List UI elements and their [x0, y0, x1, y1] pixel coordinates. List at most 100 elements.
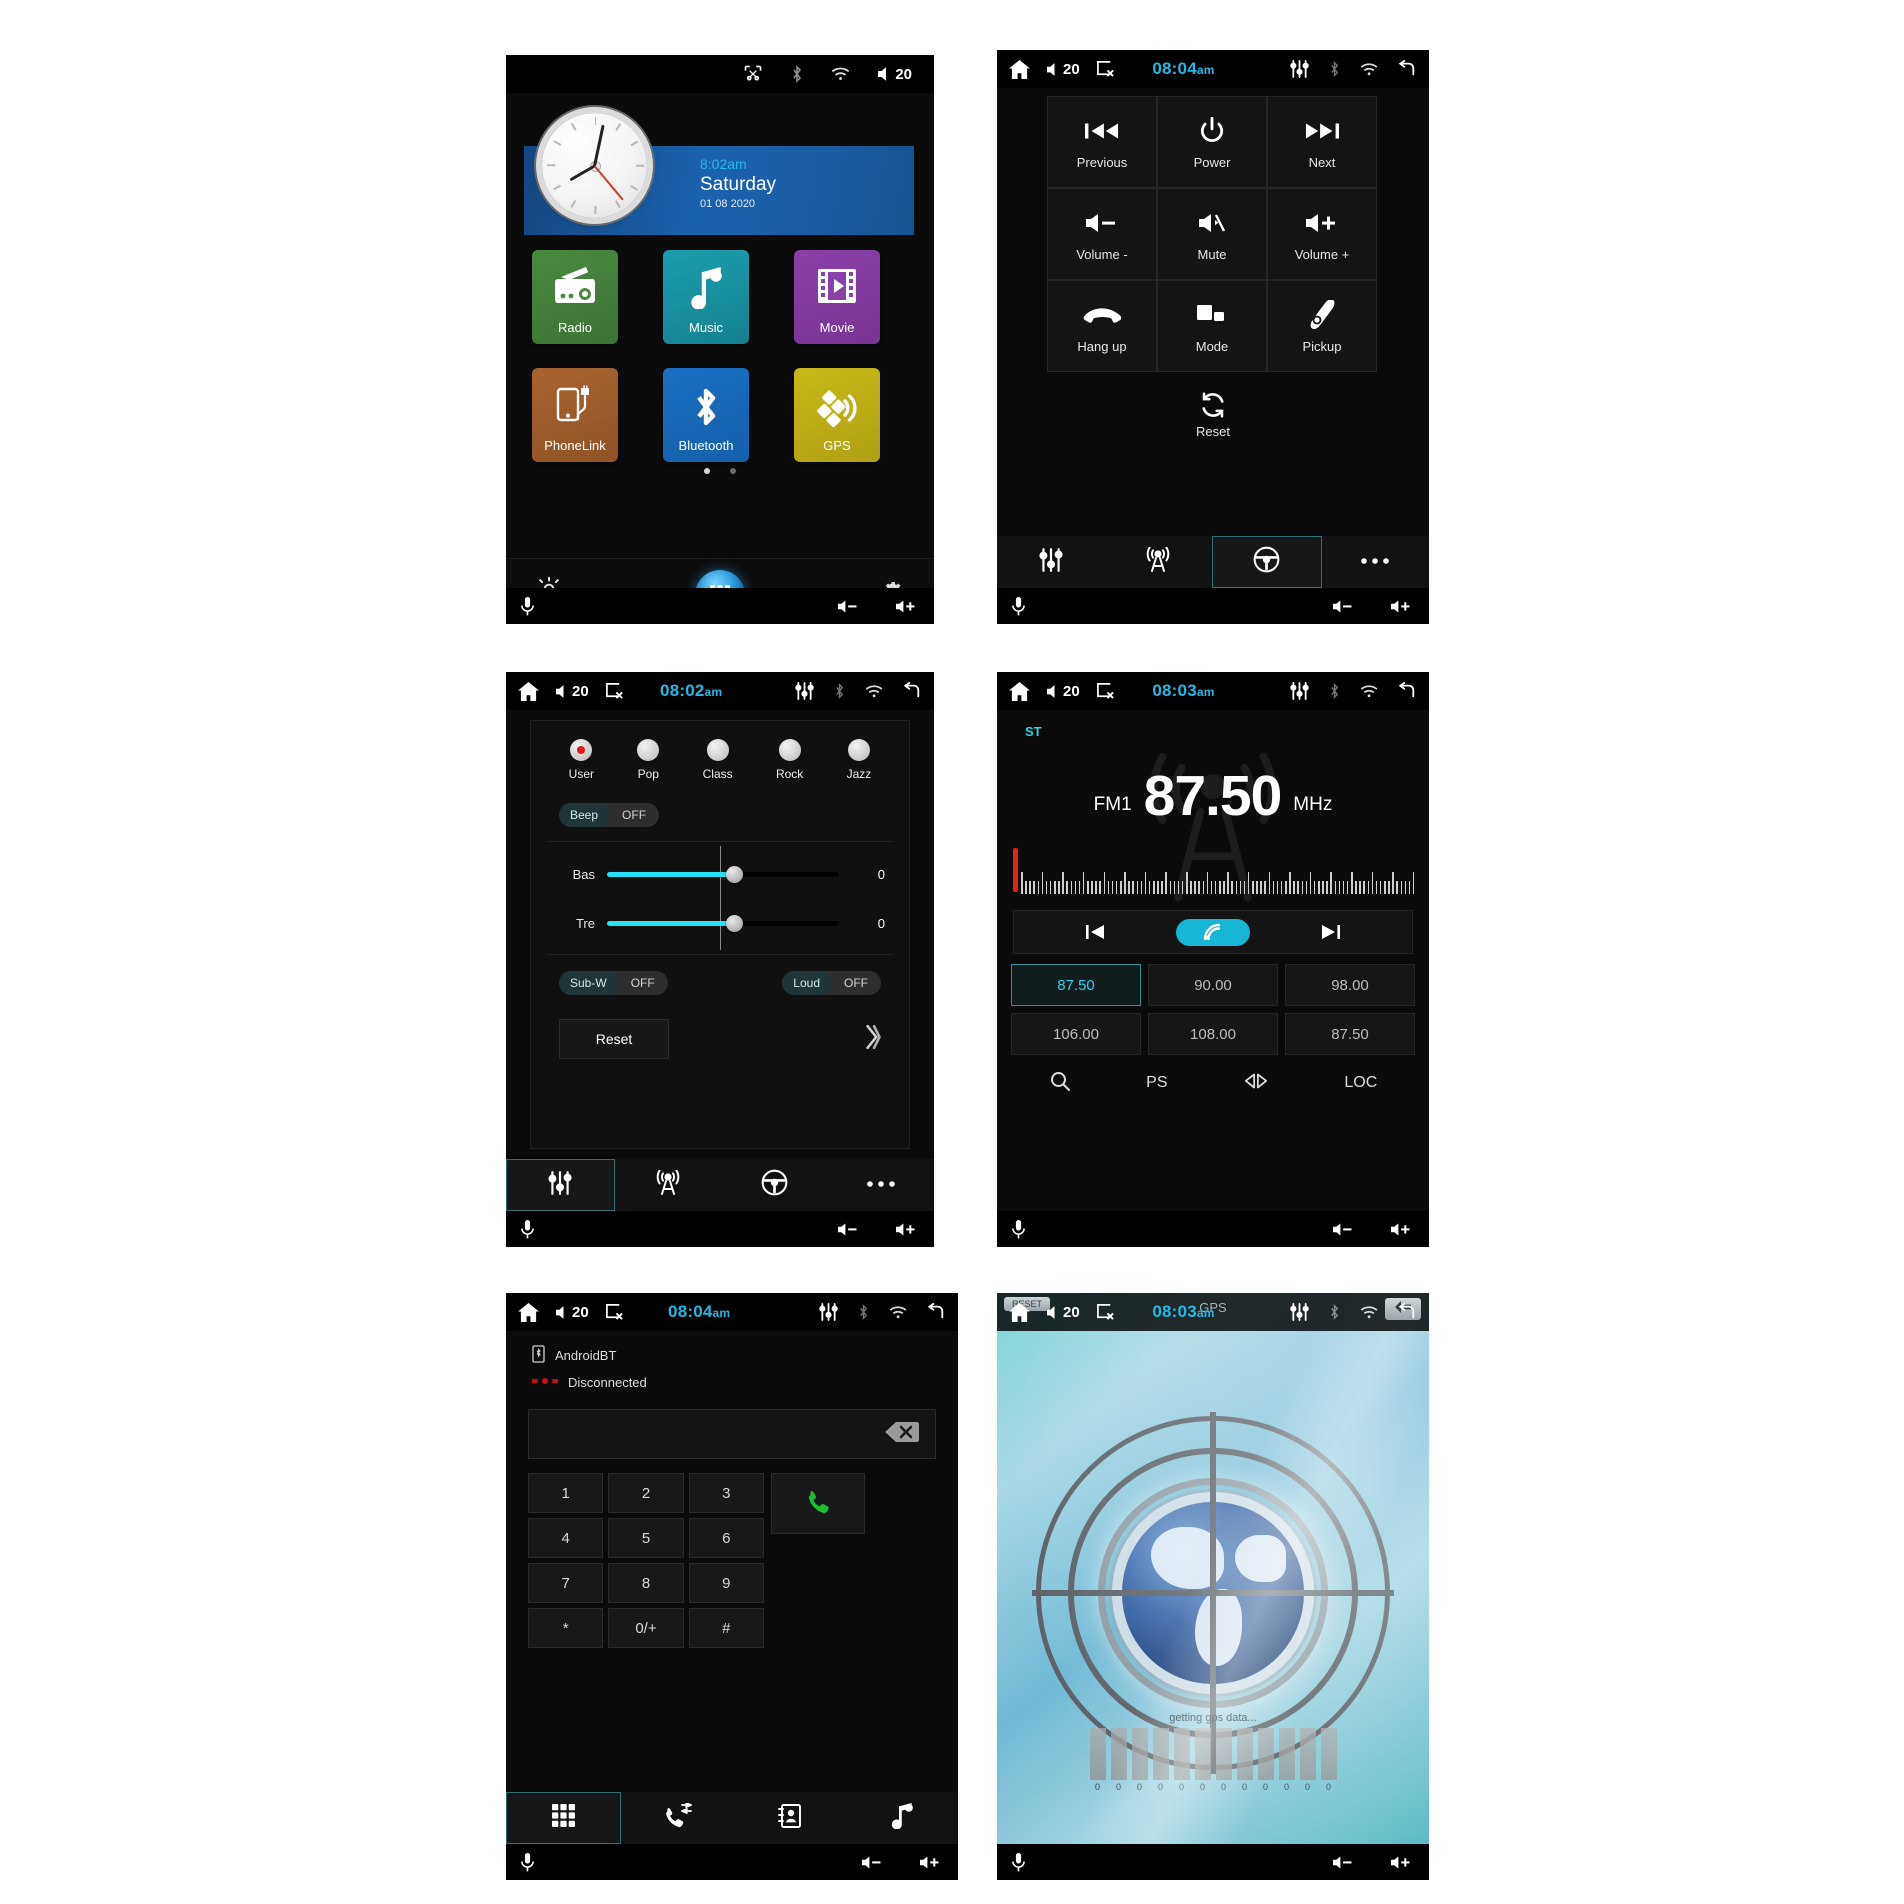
- screen-off-icon[interactable]: [1096, 1303, 1115, 1321]
- steering-reset-button[interactable]: Reset: [997, 390, 1429, 439]
- volume-indicator[interactable]: 20: [1046, 1304, 1080, 1321]
- volume-indicator[interactable]: 20: [555, 1304, 589, 1321]
- dial-key[interactable]: 3: [688, 1473, 764, 1513]
- seek-next-button[interactable]: [1250, 922, 1412, 942]
- volume-indicator[interactable]: 20: [1046, 683, 1080, 700]
- home-icon[interactable]: [1009, 681, 1030, 701]
- steering-button-mode[interactable]: Mode: [1157, 280, 1267, 372]
- dial-key[interactable]: 0/+: [608, 1608, 684, 1648]
- steering-button-next[interactable]: Next: [1267, 96, 1377, 188]
- volume-indicator[interactable]: 20: [877, 66, 912, 83]
- radio-preset-button[interactable]: 87.50: [1285, 1013, 1415, 1055]
- steering-button-power[interactable]: Power: [1157, 96, 1267, 188]
- backspace-icon[interactable]: [885, 1420, 919, 1449]
- page-dot[interactable]: [704, 468, 710, 474]
- volume-up-icon[interactable]: [896, 599, 920, 614]
- dial-key[interactable]: *: [528, 1608, 604, 1648]
- tab-steering-wheel[interactable]: [721, 1159, 828, 1211]
- eq-preset-pop[interactable]: Pop: [637, 739, 660, 781]
- volume-up-icon[interactable]: [1391, 1855, 1415, 1870]
- volume-up-icon[interactable]: [1391, 1222, 1415, 1237]
- radio-ps-button[interactable]: PS: [1146, 1074, 1167, 1092]
- tab-more[interactable]: [828, 1159, 935, 1211]
- bluetooth-icon[interactable]: [1327, 60, 1342, 78]
- steering-button-previous[interactable]: Previous: [1047, 96, 1157, 188]
- dial-key[interactable]: 7: [528, 1563, 604, 1603]
- dial-key[interactable]: 2: [608, 1473, 684, 1513]
- wifi-icon[interactable]: [889, 1305, 908, 1320]
- volume-indicator[interactable]: 20: [555, 683, 589, 700]
- microphone-icon[interactable]: [520, 1852, 535, 1872]
- home-icon[interactable]: [1009, 59, 1030, 79]
- eq-preset-user[interactable]: User: [569, 739, 594, 781]
- app-tile-gps[interactable]: GPS: [794, 368, 880, 462]
- volume-indicator[interactable]: 20: [1046, 61, 1080, 78]
- volume-down-icon[interactable]: [1333, 599, 1357, 614]
- tab-more[interactable]: [1322, 536, 1430, 588]
- tab-keypad[interactable]: [506, 1792, 621, 1844]
- back-icon[interactable]: [1397, 60, 1417, 78]
- wifi-icon[interactable]: [865, 684, 884, 699]
- seek-previous-button[interactable]: [1014, 922, 1176, 942]
- dial-key[interactable]: 5: [608, 1518, 684, 1558]
- home-icon[interactable]: [518, 681, 539, 701]
- back-icon[interactable]: [1397, 682, 1417, 700]
- steering-button-volume[interactable]: Volume +: [1267, 188, 1377, 280]
- volume-up-icon[interactable]: [1391, 599, 1415, 614]
- call-button[interactable]: [771, 1473, 865, 1534]
- eq-reset-button[interactable]: Reset: [559, 1019, 669, 1059]
- next-page-chevron-icon[interactable]: [861, 1023, 885, 1056]
- app-tile-movie[interactable]: Movie: [794, 250, 880, 344]
- steering-button-mute[interactable]: Mute: [1157, 188, 1267, 280]
- eq-preset-jazz[interactable]: Jazz: [847, 739, 871, 781]
- steering-button-pickup[interactable]: Pickup: [1267, 280, 1377, 372]
- volume-up-icon[interactable]: [896, 1222, 920, 1237]
- tab-bt-music[interactable]: [846, 1792, 959, 1844]
- tab-steering-wheel[interactable]: [1212, 536, 1322, 588]
- volume-down-icon[interactable]: [838, 599, 862, 614]
- dial-key[interactable]: 4: [528, 1518, 604, 1558]
- app-tile-phonelink[interactable]: PhoneLink: [532, 368, 618, 462]
- radio-preset-button[interactable]: 98.00: [1285, 964, 1415, 1006]
- radio-preset-button[interactable]: 87.50: [1011, 964, 1141, 1006]
- eq-preset-radio[interactable]: [637, 739, 660, 761]
- back-icon[interactable]: [926, 1303, 946, 1321]
- subwoofer-toggle[interactable]: Sub-W OFF: [559, 971, 668, 995]
- wifi-icon[interactable]: [831, 66, 851, 82]
- bass-slider[interactable]: [607, 865, 839, 883]
- screenshot-icon[interactable]: [743, 64, 763, 84]
- steering-button-volume[interactable]: Volume -: [1047, 188, 1157, 280]
- tab-contacts[interactable]: [733, 1792, 846, 1844]
- bass-slider-thumb[interactable]: [726, 865, 744, 883]
- wifi-icon[interactable]: [1360, 684, 1379, 699]
- equalizer-icon[interactable]: [819, 1303, 838, 1321]
- home-icon[interactable]: [518, 1302, 539, 1322]
- loudness-toggle[interactable]: Loud OFF: [782, 971, 881, 995]
- beep-toggle[interactable]: Beep OFF: [559, 803, 660, 827]
- volume-down-icon[interactable]: [1333, 1222, 1357, 1237]
- tab-radio[interactable]: [1105, 536, 1213, 588]
- radio-scan-button[interactable]: [1176, 918, 1250, 946]
- app-tile-music[interactable]: Music: [663, 250, 749, 344]
- tab-radio[interactable]: [615, 1159, 722, 1211]
- eq-preset-radio[interactable]: [570, 739, 593, 761]
- equalizer-icon[interactable]: [1290, 1303, 1309, 1321]
- radio-tuning-scale[interactable]: [1011, 848, 1415, 894]
- eq-preset-rock[interactable]: Rock: [776, 739, 803, 781]
- microphone-icon[interactable]: [520, 596, 535, 616]
- wifi-icon[interactable]: [1360, 62, 1379, 77]
- volume-down-icon[interactable]: [862, 1855, 886, 1870]
- back-icon[interactable]: [902, 682, 922, 700]
- bluetooth-icon[interactable]: [1327, 682, 1342, 700]
- dial-key[interactable]: 1: [528, 1473, 604, 1513]
- dial-key[interactable]: #: [688, 1608, 764, 1648]
- radio-stereo-button[interactable]: [1243, 1071, 1269, 1096]
- radio-loc-button[interactable]: LOC: [1344, 1074, 1377, 1092]
- radio-preset-button[interactable]: 108.00: [1148, 1013, 1278, 1055]
- radio-preset-button[interactable]: 90.00: [1148, 964, 1278, 1006]
- eq-preset-class[interactable]: Class: [703, 739, 733, 781]
- radio-search-button[interactable]: [1049, 1070, 1071, 1097]
- microphone-icon[interactable]: [1011, 596, 1026, 616]
- back-icon[interactable]: [1397, 1303, 1417, 1321]
- eq-preset-radio[interactable]: [778, 739, 801, 761]
